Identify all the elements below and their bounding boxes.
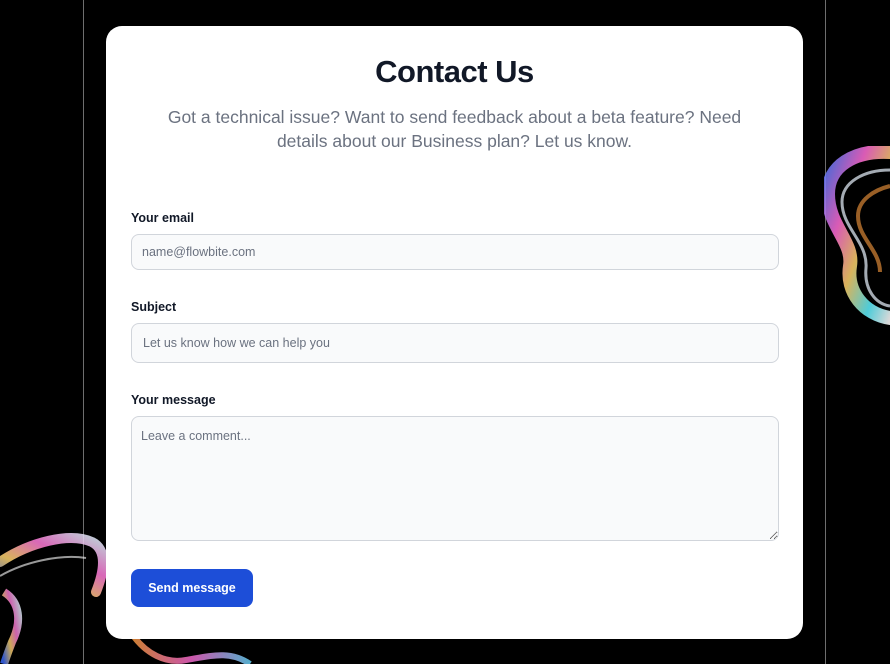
- page-subtitle: Got a technical issue? Want to send feed…: [167, 107, 742, 151]
- iridescent-ribbon-right: [824, 146, 890, 325]
- left-guide-line: [83, 0, 84, 664]
- contact-card: Contact Us Got a technical issue? Want t…: [106, 26, 803, 639]
- iridescent-ribbon-left: [0, 533, 108, 664]
- subject-field[interactable]: [131, 323, 779, 363]
- email-label: Your email: [131, 211, 194, 225]
- page-title: Contact Us: [375, 54, 534, 89]
- send-message-button[interactable]: Send message: [131, 569, 253, 607]
- message-label: Your message: [131, 393, 216, 407]
- subject-label: Subject: [131, 300, 177, 314]
- message-textarea[interactable]: [131, 416, 779, 541]
- right-guide-line: [825, 0, 826, 664]
- page-background: Contact Us Got a technical issue? Want t…: [0, 0, 890, 664]
- email-field[interactable]: [131, 234, 779, 270]
